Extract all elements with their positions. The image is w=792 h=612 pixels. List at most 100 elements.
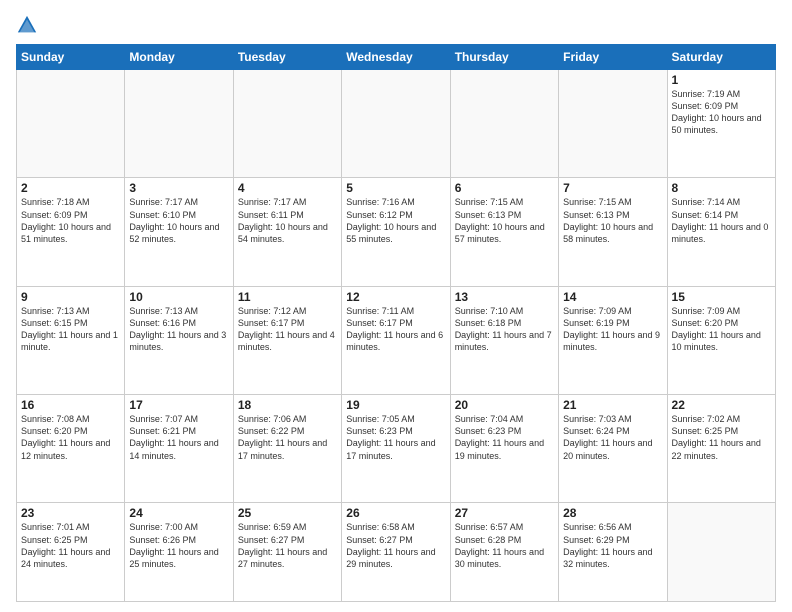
calendar-cell: 28Sunrise: 6:56 AM Sunset: 6:29 PM Dayli… (559, 503, 667, 602)
calendar-cell: 19Sunrise: 7:05 AM Sunset: 6:23 PM Dayli… (342, 395, 450, 503)
weekday-sunday: Sunday (17, 45, 125, 70)
day-info: Sunrise: 7:17 AM Sunset: 6:11 PM Dayligh… (238, 196, 337, 245)
calendar-cell: 15Sunrise: 7:09 AM Sunset: 6:20 PM Dayli… (667, 286, 775, 394)
day-number: 18 (238, 398, 337, 412)
day-number: 11 (238, 290, 337, 304)
calendar-cell: 6Sunrise: 7:15 AM Sunset: 6:13 PM Daylig… (450, 178, 558, 286)
day-info: Sunrise: 7:18 AM Sunset: 6:09 PM Dayligh… (21, 196, 120, 245)
calendar-cell (17, 70, 125, 178)
calendar-cell: 27Sunrise: 6:57 AM Sunset: 6:28 PM Dayli… (450, 503, 558, 602)
day-info: Sunrise: 7:09 AM Sunset: 6:20 PM Dayligh… (672, 305, 771, 354)
logo-icon (16, 14, 38, 36)
day-info: Sunrise: 7:15 AM Sunset: 6:13 PM Dayligh… (455, 196, 554, 245)
calendar-cell: 7Sunrise: 7:15 AM Sunset: 6:13 PM Daylig… (559, 178, 667, 286)
day-info: Sunrise: 6:58 AM Sunset: 6:27 PM Dayligh… (346, 521, 445, 570)
day-info: Sunrise: 6:57 AM Sunset: 6:28 PM Dayligh… (455, 521, 554, 570)
day-info: Sunrise: 7:12 AM Sunset: 6:17 PM Dayligh… (238, 305, 337, 354)
day-number: 23 (21, 506, 120, 520)
day-number: 7 (563, 181, 662, 195)
week-row-0: 1Sunrise: 7:19 AM Sunset: 6:09 PM Daylig… (17, 70, 776, 178)
weekday-tuesday: Tuesday (233, 45, 341, 70)
day-info: Sunrise: 6:59 AM Sunset: 6:27 PM Dayligh… (238, 521, 337, 570)
day-number: 20 (455, 398, 554, 412)
weekday-header-row: SundayMondayTuesdayWednesdayThursdayFrid… (17, 45, 776, 70)
day-info: Sunrise: 7:14 AM Sunset: 6:14 PM Dayligh… (672, 196, 771, 245)
day-number: 21 (563, 398, 662, 412)
day-info: Sunrise: 7:04 AM Sunset: 6:23 PM Dayligh… (455, 413, 554, 462)
page: SundayMondayTuesdayWednesdayThursdayFrid… (0, 0, 792, 612)
day-number: 13 (455, 290, 554, 304)
day-info: Sunrise: 6:56 AM Sunset: 6:29 PM Dayligh… (563, 521, 662, 570)
calendar-cell: 12Sunrise: 7:11 AM Sunset: 6:17 PM Dayli… (342, 286, 450, 394)
day-info: Sunrise: 7:19 AM Sunset: 6:09 PM Dayligh… (672, 88, 771, 137)
day-info: Sunrise: 7:03 AM Sunset: 6:24 PM Dayligh… (563, 413, 662, 462)
week-row-2: 9Sunrise: 7:13 AM Sunset: 6:15 PM Daylig… (17, 286, 776, 394)
day-info: Sunrise: 7:10 AM Sunset: 6:18 PM Dayligh… (455, 305, 554, 354)
calendar-cell: 22Sunrise: 7:02 AM Sunset: 6:25 PM Dayli… (667, 395, 775, 503)
day-info: Sunrise: 7:02 AM Sunset: 6:25 PM Dayligh… (672, 413, 771, 462)
weekday-monday: Monday (125, 45, 233, 70)
day-number: 1 (672, 73, 771, 87)
day-info: Sunrise: 7:15 AM Sunset: 6:13 PM Dayligh… (563, 196, 662, 245)
calendar-cell: 14Sunrise: 7:09 AM Sunset: 6:19 PM Dayli… (559, 286, 667, 394)
day-info: Sunrise: 7:08 AM Sunset: 6:20 PM Dayligh… (21, 413, 120, 462)
calendar-cell (125, 70, 233, 178)
day-info: Sunrise: 7:11 AM Sunset: 6:17 PM Dayligh… (346, 305, 445, 354)
calendar-cell: 5Sunrise: 7:16 AM Sunset: 6:12 PM Daylig… (342, 178, 450, 286)
day-info: Sunrise: 7:13 AM Sunset: 6:15 PM Dayligh… (21, 305, 120, 354)
day-number: 12 (346, 290, 445, 304)
day-info: Sunrise: 7:07 AM Sunset: 6:21 PM Dayligh… (129, 413, 228, 462)
calendar-cell: 17Sunrise: 7:07 AM Sunset: 6:21 PM Dayli… (125, 395, 233, 503)
calendar-cell: 10Sunrise: 7:13 AM Sunset: 6:16 PM Dayli… (125, 286, 233, 394)
day-number: 28 (563, 506, 662, 520)
calendar-cell: 21Sunrise: 7:03 AM Sunset: 6:24 PM Dayli… (559, 395, 667, 503)
day-number: 4 (238, 181, 337, 195)
week-row-4: 23Sunrise: 7:01 AM Sunset: 6:25 PM Dayli… (17, 503, 776, 602)
calendar-cell (450, 70, 558, 178)
calendar-cell: 16Sunrise: 7:08 AM Sunset: 6:20 PM Dayli… (17, 395, 125, 503)
day-number: 10 (129, 290, 228, 304)
day-number: 2 (21, 181, 120, 195)
weekday-saturday: Saturday (667, 45, 775, 70)
day-number: 6 (455, 181, 554, 195)
day-info: Sunrise: 7:05 AM Sunset: 6:23 PM Dayligh… (346, 413, 445, 462)
day-number: 16 (21, 398, 120, 412)
day-number: 19 (346, 398, 445, 412)
calendar-cell: 24Sunrise: 7:00 AM Sunset: 6:26 PM Dayli… (125, 503, 233, 602)
calendar-cell: 23Sunrise: 7:01 AM Sunset: 6:25 PM Dayli… (17, 503, 125, 602)
calendar-cell: 26Sunrise: 6:58 AM Sunset: 6:27 PM Dayli… (342, 503, 450, 602)
day-number: 26 (346, 506, 445, 520)
calendar-cell: 8Sunrise: 7:14 AM Sunset: 6:14 PM Daylig… (667, 178, 775, 286)
calendar-cell: 2Sunrise: 7:18 AM Sunset: 6:09 PM Daylig… (17, 178, 125, 286)
calendar-cell: 3Sunrise: 7:17 AM Sunset: 6:10 PM Daylig… (125, 178, 233, 286)
logo (16, 14, 42, 36)
day-number: 25 (238, 506, 337, 520)
calendar-cell (667, 503, 775, 602)
week-row-1: 2Sunrise: 7:18 AM Sunset: 6:09 PM Daylig… (17, 178, 776, 286)
weekday-thursday: Thursday (450, 45, 558, 70)
day-number: 27 (455, 506, 554, 520)
calendar-cell: 25Sunrise: 6:59 AM Sunset: 6:27 PM Dayli… (233, 503, 341, 602)
day-number: 9 (21, 290, 120, 304)
day-info: Sunrise: 7:17 AM Sunset: 6:10 PM Dayligh… (129, 196, 228, 245)
calendar-cell: 9Sunrise: 7:13 AM Sunset: 6:15 PM Daylig… (17, 286, 125, 394)
calendar-table: SundayMondayTuesdayWednesdayThursdayFrid… (16, 44, 776, 602)
calendar-cell (342, 70, 450, 178)
calendar-cell (233, 70, 341, 178)
calendar-cell: 4Sunrise: 7:17 AM Sunset: 6:11 PM Daylig… (233, 178, 341, 286)
day-number: 14 (563, 290, 662, 304)
calendar-cell: 18Sunrise: 7:06 AM Sunset: 6:22 PM Dayli… (233, 395, 341, 503)
day-number: 22 (672, 398, 771, 412)
day-number: 5 (346, 181, 445, 195)
day-info: Sunrise: 7:06 AM Sunset: 6:22 PM Dayligh… (238, 413, 337, 462)
day-number: 24 (129, 506, 228, 520)
calendar-cell (559, 70, 667, 178)
day-number: 15 (672, 290, 771, 304)
weekday-friday: Friday (559, 45, 667, 70)
calendar-cell: 11Sunrise: 7:12 AM Sunset: 6:17 PM Dayli… (233, 286, 341, 394)
calendar-cell: 20Sunrise: 7:04 AM Sunset: 6:23 PM Dayli… (450, 395, 558, 503)
weekday-wednesday: Wednesday (342, 45, 450, 70)
day-info: Sunrise: 7:00 AM Sunset: 6:26 PM Dayligh… (129, 521, 228, 570)
day-info: Sunrise: 7:13 AM Sunset: 6:16 PM Dayligh… (129, 305, 228, 354)
calendar-cell: 13Sunrise: 7:10 AM Sunset: 6:18 PM Dayli… (450, 286, 558, 394)
